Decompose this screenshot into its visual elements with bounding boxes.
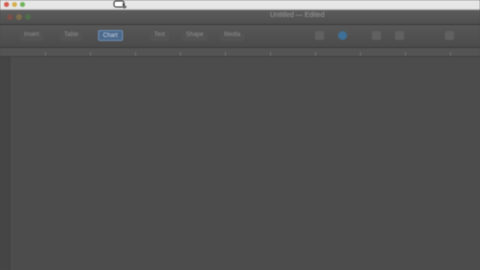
toolbar-button-text[interactable]: Text	[150, 30, 170, 41]
toolbar-button-shape[interactable]: Shape	[182, 30, 208, 41]
window-zoom-icon[interactable]	[25, 14, 31, 20]
toolbar-button-chart[interactable]: Chart	[98, 30, 123, 41]
window-close-icon[interactable]	[7, 14, 13, 20]
tools-icon[interactable]	[445, 31, 454, 40]
window-minimize-icon[interactable]	[16, 14, 22, 20]
app-screen: Untitled — Edited Insert Table Chart Tex…	[0, 0, 480, 270]
toolbar: Insert Table Chart Text Shape Media	[0, 25, 480, 48]
minimize-icon[interactable]	[12, 2, 17, 7]
pen-icon[interactable]	[372, 31, 381, 40]
left-gutter	[0, 57, 10, 270]
toolbar-button-insert[interactable]: Insert	[20, 30, 44, 41]
share-icon[interactable]	[395, 31, 404, 40]
globe-icon[interactable]	[338, 31, 347, 40]
zoom-icon[interactable]	[20, 2, 25, 7]
toolbar-button-table[interactable]: Table	[60, 30, 83, 41]
settings-icon[interactable]	[315, 31, 324, 40]
toolbar-button-media[interactable]: Media	[220, 30, 245, 41]
system-menubar	[0, 0, 480, 10]
ruler	[0, 48, 480, 57]
window-titlebar: Untitled — Edited	[0, 10, 480, 25]
close-icon[interactable]	[4, 2, 9, 7]
mouse-cursor-icon	[113, 0, 127, 9]
window-title: Untitled — Edited	[270, 12, 325, 19]
document-canvas[interactable]	[10, 57, 480, 270]
